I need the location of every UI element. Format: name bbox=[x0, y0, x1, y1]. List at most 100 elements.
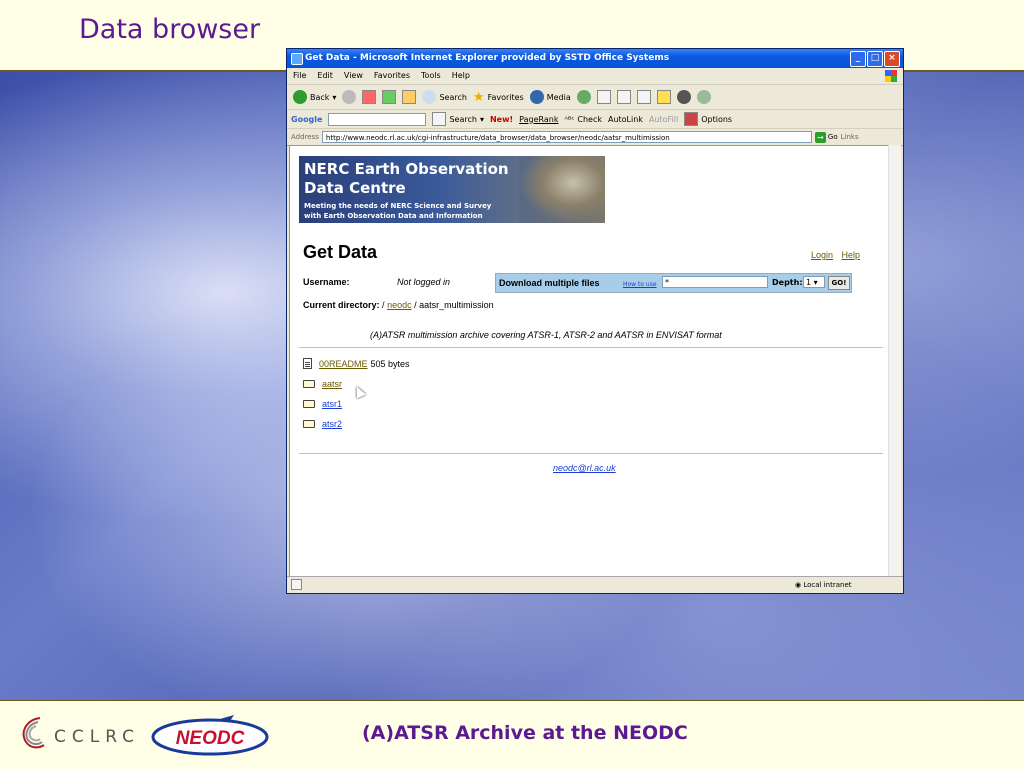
depth-label: Depth: bbox=[772, 278, 803, 287]
back-arrow-icon bbox=[293, 90, 307, 104]
download-go-button[interactable]: GO! bbox=[828, 276, 850, 290]
forward-arrow-icon[interactable] bbox=[342, 90, 357, 104]
search-button[interactable]: Search bbox=[422, 90, 467, 104]
download-label: Download multiple files bbox=[499, 278, 600, 288]
footer-caption: (A)ATSR Archive at the NEODC bbox=[362, 722, 688, 744]
ie-icon bbox=[291, 53, 303, 65]
how-to-use-link[interactable]: How to use bbox=[623, 281, 657, 288]
page-heading: Get Data bbox=[303, 242, 378, 262]
check-label: Check bbox=[577, 114, 602, 124]
google-g-icon bbox=[432, 112, 447, 126]
current-dir-root[interactable]: / bbox=[382, 300, 385, 310]
list-item: atsr2 bbox=[303, 419, 342, 429]
menu-tools[interactable]: Tools bbox=[421, 68, 441, 84]
folder-link-aatsr[interactable]: aatsr bbox=[322, 379, 342, 389]
current-directory: Current directory: / neodc / aatsr_multi… bbox=[303, 300, 494, 310]
messenger-icon[interactable] bbox=[676, 90, 691, 104]
folder-icon[interactable] bbox=[656, 90, 671, 104]
favorites-button[interactable]: ★ Favorites bbox=[473, 90, 524, 105]
autofill-button[interactable]: AutoFill bbox=[649, 115, 678, 124]
archive-description: (A)ATSR multimission archive covering AT… bbox=[370, 330, 722, 340]
download-multiple-box: Download multiple files How to use * Dep… bbox=[495, 273, 852, 293]
new-badge[interactable]: New! bbox=[490, 115, 513, 124]
menu-edit[interactable]: Edit bbox=[317, 68, 333, 84]
windows-flag-icon bbox=[885, 70, 897, 82]
address-bar: Address http://www.neodc.rl.ac.uk/cgi-in… bbox=[287, 129, 903, 146]
divider-top bbox=[299, 347, 883, 348]
file-pattern-input[interactable]: * bbox=[662, 276, 768, 288]
banner-satellite-image bbox=[519, 156, 605, 223]
history-icon[interactable] bbox=[576, 90, 591, 104]
google-toolbar: Google Search ▾ New! PageRank ᴬᴮᶜ Check A… bbox=[287, 110, 903, 129]
vertical-scrollbar[interactable] bbox=[888, 145, 901, 577]
close-button[interactable]: × bbox=[884, 51, 900, 67]
minimize-button[interactable]: _ bbox=[850, 51, 866, 67]
divider-bottom bbox=[299, 453, 883, 454]
cclrc-logo-text: CCLRC bbox=[54, 727, 141, 747]
refresh-icon[interactable] bbox=[382, 90, 397, 104]
address-input[interactable]: http://www.neodc.rl.ac.uk/cgi-infrastruc… bbox=[321, 131, 812, 143]
mail-icon[interactable] bbox=[596, 90, 611, 104]
options-label: Options bbox=[701, 114, 733, 124]
contact-email-link[interactable]: neodc@rl.ac.uk bbox=[553, 463, 616, 473]
cclrc-swirl-icon bbox=[22, 717, 45, 749]
security-zone-label: Local intranet bbox=[803, 581, 852, 589]
autolink-button[interactable]: AutoLink bbox=[608, 115, 643, 124]
home-icon[interactable] bbox=[402, 90, 417, 104]
banner-line1: NERC Earth Observation bbox=[304, 160, 509, 178]
menu-favorites[interactable]: Favorites bbox=[374, 68, 410, 84]
slide-title: Data browser bbox=[79, 14, 261, 45]
edit-icon[interactable] bbox=[636, 90, 651, 104]
pagerank-button[interactable]: PageRank bbox=[519, 115, 558, 124]
address-label: Address bbox=[291, 133, 319, 141]
media-label: Media bbox=[546, 92, 571, 102]
status-bar: ◉ Local intranet bbox=[287, 576, 903, 593]
mouse-cursor-icon bbox=[352, 384, 366, 399]
star-icon: ★ bbox=[472, 89, 485, 105]
google-search-input[interactable] bbox=[328, 112, 427, 126]
window-titlebar[interactable]: Get Data - Microsoft Internet Explorer p… bbox=[287, 49, 903, 68]
go-button[interactable]: → Go bbox=[814, 131, 838, 143]
menu-bar: File Edit View Favorites Tools Help bbox=[287, 68, 903, 85]
go-label: Go bbox=[827, 133, 838, 141]
banner-line3: Meeting the needs of NERC Science and Su… bbox=[304, 202, 492, 210]
back-label: Back bbox=[310, 92, 330, 102]
current-dir-rest: / aatsr_multimission bbox=[414, 300, 494, 310]
page-done-icon bbox=[291, 579, 302, 590]
users-icon[interactable] bbox=[696, 90, 711, 104]
media-icon bbox=[529, 90, 544, 104]
menu-file[interactable]: File bbox=[293, 68, 306, 84]
folder-link-atsr1[interactable]: atsr1 bbox=[322, 399, 342, 409]
folder-icon bbox=[303, 380, 315, 388]
google-search-button[interactable]: Search ▾ bbox=[432, 112, 484, 126]
stop-icon[interactable] bbox=[362, 90, 377, 104]
spellcheck-button[interactable]: ᴬᴮᶜ Check bbox=[564, 115, 601, 124]
options-button[interactable]: Options bbox=[684, 112, 732, 126]
folder-link-atsr2[interactable]: atsr2 bbox=[322, 419, 342, 429]
list-item: aatsr bbox=[303, 379, 342, 389]
banner-line2: Data Centre bbox=[304, 179, 406, 197]
neodc-logo-icon: NEODC bbox=[151, 715, 269, 756]
list-item: atsr1 bbox=[303, 399, 342, 409]
menu-help[interactable]: Help bbox=[452, 68, 470, 84]
links-button[interactable]: Links bbox=[841, 133, 859, 141]
file-size: 505 bytes bbox=[370, 358, 410, 369]
folder-icon bbox=[303, 420, 315, 428]
current-dir-neodc-link[interactable]: neodc bbox=[387, 300, 412, 310]
username-value: Not logged in bbox=[397, 277, 451, 287]
back-button[interactable]: Back ▾ bbox=[293, 90, 336, 104]
login-link[interactable]: Login bbox=[811, 250, 833, 260]
maximize-button[interactable]: □ bbox=[867, 51, 883, 67]
file-link-00readme[interactable]: 00README bbox=[319, 359, 368, 369]
window-title: Get Data - Microsoft Internet Explorer p… bbox=[305, 53, 670, 63]
standard-toolbar: Back ▾ Search ★ Favorites Media bbox=[287, 85, 903, 110]
top-links: Login Help bbox=[805, 250, 860, 260]
menu-view[interactable]: View bbox=[344, 68, 363, 84]
depth-select[interactable]: 1 ▾ bbox=[803, 276, 825, 288]
media-button[interactable]: Media bbox=[529, 90, 571, 104]
depth-value: 1 bbox=[806, 278, 812, 287]
file-icon bbox=[303, 358, 312, 369]
print-icon[interactable] bbox=[616, 90, 631, 104]
help-link[interactable]: Help bbox=[841, 250, 860, 260]
browser-window: Get Data - Microsoft Internet Explorer p… bbox=[286, 48, 904, 594]
